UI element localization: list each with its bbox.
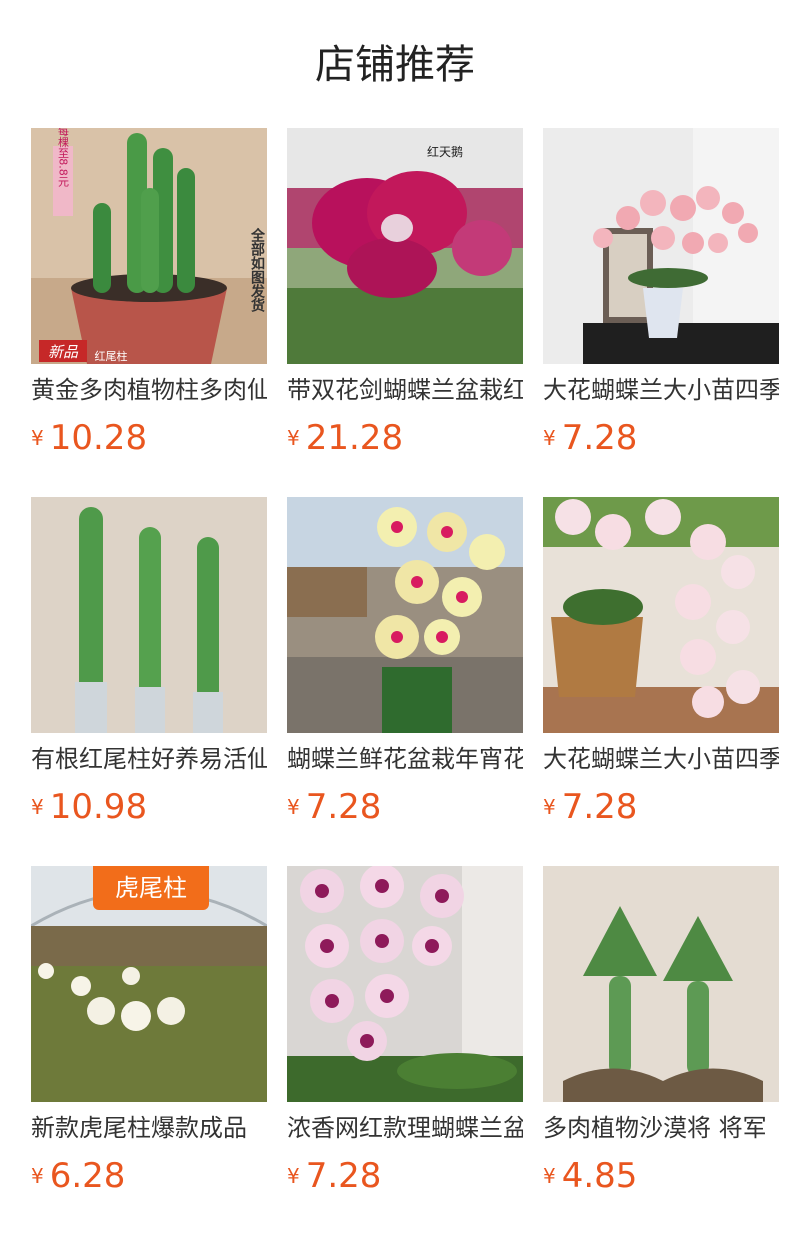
product-image-cactus-cuttings[interactable] — [31, 497, 267, 733]
price-value: 10.28 — [49, 418, 148, 458]
currency-symbol: ¥ — [543, 426, 556, 450]
currency-symbol: ¥ — [31, 1164, 44, 1188]
product-image-pink-orchid-vase[interactable] — [543, 128, 779, 364]
image-text: 新品 — [48, 343, 79, 361]
price-value: 7.28 — [561, 787, 638, 827]
product-image-spotted-orchid[interactable] — [287, 866, 523, 1102]
page: 店铺推荐 每棵至8.8元 全部如图发货 新品 红尾柱 黄金多肉植物柱多肉仙 ¥ … — [0, 0, 790, 1234]
product-image-greenhouse-cactus[interactable]: 虎尾柱 — [31, 866, 267, 1102]
product-card[interactable]: 虎尾柱 新款虎尾柱爆款成品 ¥6.28 — [31, 866, 267, 1196]
price-value: 21.28 — [305, 418, 404, 458]
price-value: 7.28 — [305, 1156, 382, 1196]
image-text: 红尾柱 — [95, 349, 128, 363]
price-value: 7.28 — [305, 787, 382, 827]
currency-symbol: ¥ — [543, 795, 556, 819]
product-image-cactus-pot[interactable]: 每棵至8.8元 全部如图发货 新品 红尾柱 — [31, 128, 267, 364]
product-price: ¥6.28 — [31, 1154, 125, 1198]
product-card[interactable]: 有根红尾柱好养易活仙人柱 ¥10.98 — [31, 497, 267, 827]
product-name[interactable]: 浓香网红款理蝴蝶兰盆栽 — [287, 1112, 523, 1144]
product-card[interactable]: 浓香网红款理蝴蝶兰盆栽 ¥7.28 — [287, 866, 523, 1196]
product-price: ¥7.28 — [543, 416, 637, 460]
product-image-desert-succulent[interactable] — [543, 866, 779, 1102]
product-price: ¥7.28 — [287, 1154, 381, 1198]
product-price: ¥7.28 — [287, 785, 381, 829]
product-card[interactable]: 大花蝴蝶兰大小苗四季开花 ¥7.28 — [543, 497, 779, 827]
product-name[interactable]: 大花蝴蝶兰大小苗四季开花 — [543, 743, 779, 775]
product-price: ¥10.98 — [31, 785, 147, 829]
product-price: ¥10.28 — [31, 416, 147, 460]
product-image-magenta-orchid[interactable]: 红天鹅 — [287, 128, 523, 364]
currency-symbol: ¥ — [287, 1164, 300, 1188]
product-name[interactable]: 带双花剑蝴蝶兰盆栽红天鹅 — [287, 374, 523, 406]
price-value: 10.98 — [49, 787, 148, 827]
currency-symbol: ¥ — [287, 426, 300, 450]
product-price: ¥4.85 — [543, 1154, 637, 1198]
product-card[interactable]: 蝴蝶兰鲜花盆栽年宵花卉 ¥7.28 — [287, 497, 523, 827]
product-name[interactable]: 蝴蝶兰鲜花盆栽年宵花卉 — [287, 743, 523, 775]
product-card[interactable]: 多肉植物沙漠将 将军 ¥4.85 — [543, 866, 779, 1196]
section-title: 店铺推荐 — [315, 42, 475, 88]
currency-symbol: ¥ — [31, 795, 44, 819]
product-image-yellow-orchid[interactable] — [287, 497, 523, 733]
currency-symbol: ¥ — [543, 1164, 556, 1188]
image-text: 全部如图发货 — [249, 227, 266, 313]
product-name[interactable]: 大花蝴蝶兰大小苗四季开花 — [543, 374, 779, 406]
product-name[interactable]: 有根红尾柱好养易活仙人柱 — [31, 743, 267, 775]
product-price: ¥7.28 — [543, 785, 637, 829]
price-value: 6.28 — [49, 1156, 126, 1196]
price-value: 4.85 — [561, 1156, 638, 1196]
product-name[interactable]: 新款虎尾柱爆款成品 — [31, 1112, 267, 1144]
product-card[interactable]: 红天鹅 带双花剑蝴蝶兰盆栽红天鹅 ¥21.28 — [287, 128, 523, 458]
price-value: 7.28 — [561, 418, 638, 458]
product-grid: 每棵至8.8元 全部如图发货 新品 红尾柱 黄金多肉植物柱多肉仙人柱 ¥10.2… — [31, 128, 779, 1196]
product-card[interactable]: 大花蝴蝶兰大小苗四季开花 ¥7.28 — [543, 128, 779, 458]
product-name[interactable]: 黄金多肉植物柱多肉仙人柱 — [31, 374, 267, 406]
product-name[interactable]: 多肉植物沙漠将 将军 — [543, 1112, 779, 1144]
product-card[interactable]: 每棵至8.8元 全部如图发货 新品 红尾柱 黄金多肉植物柱多肉仙人柱 ¥10.2… — [31, 128, 267, 458]
product-image-white-orchid-basket[interactable] — [543, 497, 779, 733]
product-price: ¥21.28 — [287, 416, 403, 460]
image-badge: 虎尾柱 — [93, 866, 209, 910]
image-text: 红天鹅 — [427, 144, 463, 159]
currency-symbol: ¥ — [287, 795, 300, 819]
image-text: 每棵至8.8元 — [57, 128, 70, 187]
currency-symbol: ¥ — [31, 426, 44, 450]
